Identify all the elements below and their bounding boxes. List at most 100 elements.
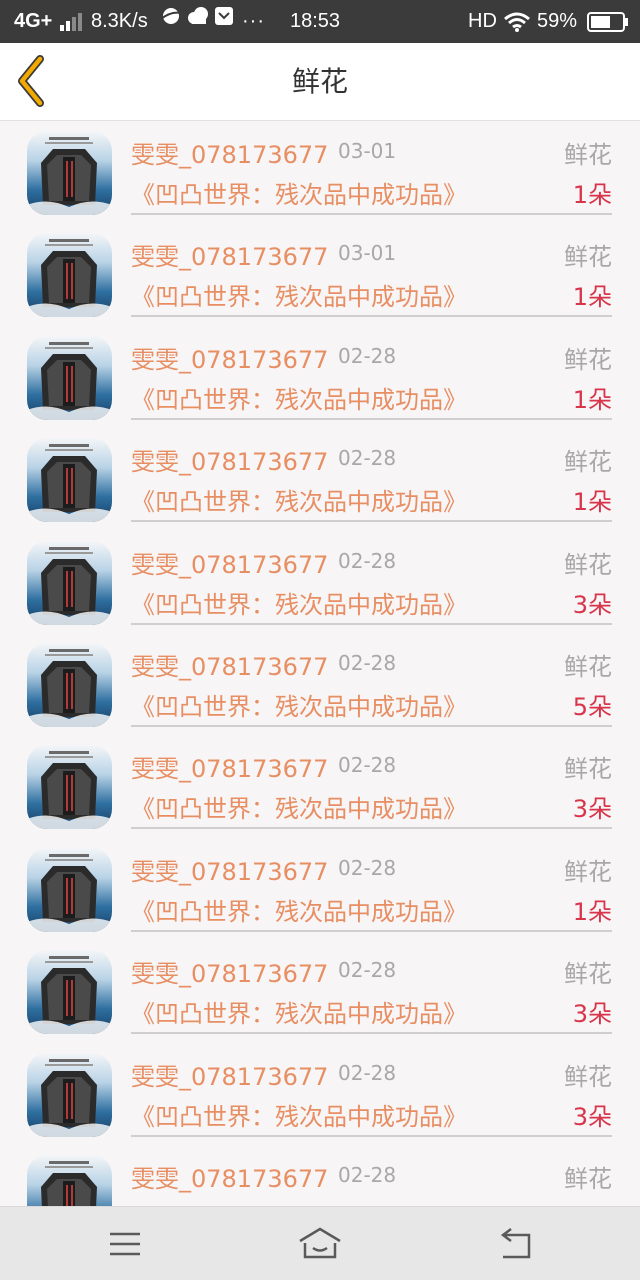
book-title[interactable]: 《凹凸世界：残次品中成功品》: [131, 789, 467, 824]
list-item[interactable]: 雯雯_078173677 02-28 鲜花《凹凸世界：残次品中成功品》 1朵: [0, 326, 640, 428]
avatar[interactable]: [27, 233, 112, 318]
avatar[interactable]: [27, 335, 112, 420]
planet-icon: [160, 0, 182, 43]
user-name[interactable]: 雯雯_078173677: [131, 545, 328, 580]
gift-type: 鲜花: [564, 243, 612, 272]
avatar[interactable]: [27, 745, 112, 830]
list-item[interactable]: 雯雯_078173677 02-28 鲜花《凹凸世界：残次品中成功品》 3朵: [0, 940, 640, 1042]
divider: [131, 929, 612, 932]
hd-indicator: HD: [468, 10, 497, 32]
avatar[interactable]: [27, 847, 112, 932]
user-name[interactable]: 雯雯_078173677: [131, 1159, 328, 1194]
avatar[interactable]: [27, 642, 112, 727]
gift-date: 02-28: [338, 753, 397, 778]
book-title[interactable]: 《凹凸世界：残次品中成功品》: [131, 892, 467, 927]
gift-count: 1朵: [572, 488, 612, 517]
book-title[interactable]: 《凹凸世界：残次品中成功品》: [131, 175, 467, 210]
gift-date: 02-28: [338, 650, 397, 675]
divider: [131, 1032, 612, 1035]
divider: [131, 213, 612, 215]
gift-date: 02-28: [338, 548, 397, 573]
gift-count: 1朵: [572, 385, 612, 414]
book-title[interactable]: 《凹凸世界：残次品中成功品》: [131, 380, 467, 415]
avatar[interactable]: [27, 131, 112, 215]
gift-count: 5朵: [572, 692, 612, 721]
gift-type: 鲜花: [564, 857, 612, 886]
gift-date: 02-28: [338, 446, 397, 471]
gift-type: 鲜花: [564, 448, 612, 477]
user-name[interactable]: 雯雯_078173677: [131, 1057, 328, 1092]
clock: 18:53: [290, 10, 341, 32]
gift-count: 1朵: [572, 181, 612, 209]
book-title[interactable]: 《凹凸世界：残次品中成功品》: [131, 994, 467, 1029]
avatar[interactable]: [27, 540, 112, 625]
user-name[interactable]: 雯雯_078173677: [131, 647, 328, 682]
page-title: 鲜花: [291, 65, 348, 98]
divider: [131, 724, 612, 727]
list-item[interactable]: 雯雯_078173677 02-28 鲜花 《凹凸世界：残次品中成功品》 3朵: [0, 1043, 640, 1145]
gift-count: 3朵: [572, 795, 612, 824]
book-title[interactable]: 《凹凸世界：残次品中成功品》: [131, 277, 467, 312]
gift-type: 鲜花: [564, 652, 612, 681]
gift-date: 02-28: [338, 1060, 397, 1085]
user-name[interactable]: 雯雯_078173677: [131, 954, 328, 989]
menu-button[interactable]: [102, 1221, 148, 1267]
signal-icon: [60, 13, 86, 31]
gift-date: 03-01: [338, 241, 397, 266]
book-title[interactable]: 《凹凸世界：残次品中成功品》: [131, 585, 467, 620]
gift-type: 鲜花: [564, 1164, 612, 1193]
divider: [131, 520, 612, 523]
home-button[interactable]: [297, 1221, 343, 1267]
gift-type: 鲜花: [564, 345, 612, 374]
list-item[interactable]: 雯雯_078173677 02-28 鲜花《凹凸世界：残次品中成功品》 1朵: [0, 838, 640, 940]
return-icon: [500, 1228, 531, 1259]
divider: [131, 1134, 612, 1137]
list-item[interactable]: 雯雯_078173677 02-28 鲜花《凹凸世界：残次品中成功品》 1朵: [0, 428, 640, 530]
gift-type: 鲜花: [564, 141, 612, 169]
gift-count: 1朵: [572, 283, 612, 312]
divider: [131, 417, 612, 420]
menu-icon: [110, 1232, 140, 1256]
gift-type: 鲜花: [564, 960, 612, 989]
list-item[interactable]: 雯雯_078173677 02-28 鲜花《凹凸世界：残次品中成功品》 3朵: [0, 531, 640, 633]
book-title[interactable]: 《凹凸世界：残次品中成功品》: [131, 482, 467, 517]
gift-count: 3朵: [572, 590, 612, 619]
gift-date: 02-28: [338, 855, 397, 880]
user-name[interactable]: 雯雯_078173677: [131, 340, 328, 375]
gift-date: 02-28: [338, 343, 397, 368]
message-icon: [214, 0, 234, 43]
network-type: 4G+: [14, 10, 53, 32]
gift-count: 3朵: [572, 1000, 612, 1029]
user-name[interactable]: 雯雯_078173677: [131, 749, 328, 784]
list-item[interactable]: 雯雯_078173677 02-28 鲜花《凹凸世界：残次品中成功品》 5朵: [0, 633, 640, 735]
gift-date: 02-28: [338, 958, 397, 983]
cloud-icon: [186, 0, 210, 43]
gift-type: 鲜花: [564, 1062, 612, 1091]
user-name[interactable]: 雯雯_078173677: [131, 442, 328, 477]
gift-date: 02-28: [338, 1162, 397, 1187]
divider: [131, 622, 612, 625]
gift-count: 1朵: [572, 897, 612, 926]
battery-percent: 59%: [537, 10, 578, 32]
return-button[interactable]: [493, 1221, 539, 1267]
user-name[interactable]: 雯雯_078173677: [131, 237, 328, 272]
book-title[interactable]: 《凹凸世界：残次品中成功品》: [131, 687, 467, 722]
avatar[interactable]: [27, 1154, 112, 1206]
list-item[interactable]: 雯雯_078173677 02-28 鲜花《凹凸世界：残次品中成功品》 3朵: [0, 735, 640, 837]
avatar[interactable]: [27, 1052, 112, 1137]
wifi-icon: [503, 12, 531, 32]
book-title[interactable]: 《凹凸世界：残次品中成功品》: [131, 1097, 467, 1132]
gift-type: 鲜花: [564, 755, 612, 784]
list-item[interactable]: 雯雯_078173677 03-01 鲜花《凹凸世界：残次品中成功品》 1朵: [0, 223, 640, 325]
battery-icon: [587, 12, 629, 32]
network-speed: 8.3K/s: [91, 10, 148, 32]
avatar[interactable]: [27, 438, 112, 523]
user-name[interactable]: 雯雯_078173677: [131, 852, 328, 887]
gift-type: 鲜花: [564, 550, 612, 579]
gift-date: 03-01: [338, 139, 397, 163]
list-item[interactable]: 雯雯_078173677 03-01 鲜花《凹凸世界：残次品中成功品》 1朵: [0, 121, 640, 223]
list-item[interactable]: 雯雯_078173677 02-28 鲜花: [0, 1145, 640, 1206]
avatar[interactable]: [27, 950, 112, 1035]
user-name[interactable]: 雯雯_078173677: [131, 135, 328, 170]
divider: [131, 827, 612, 830]
